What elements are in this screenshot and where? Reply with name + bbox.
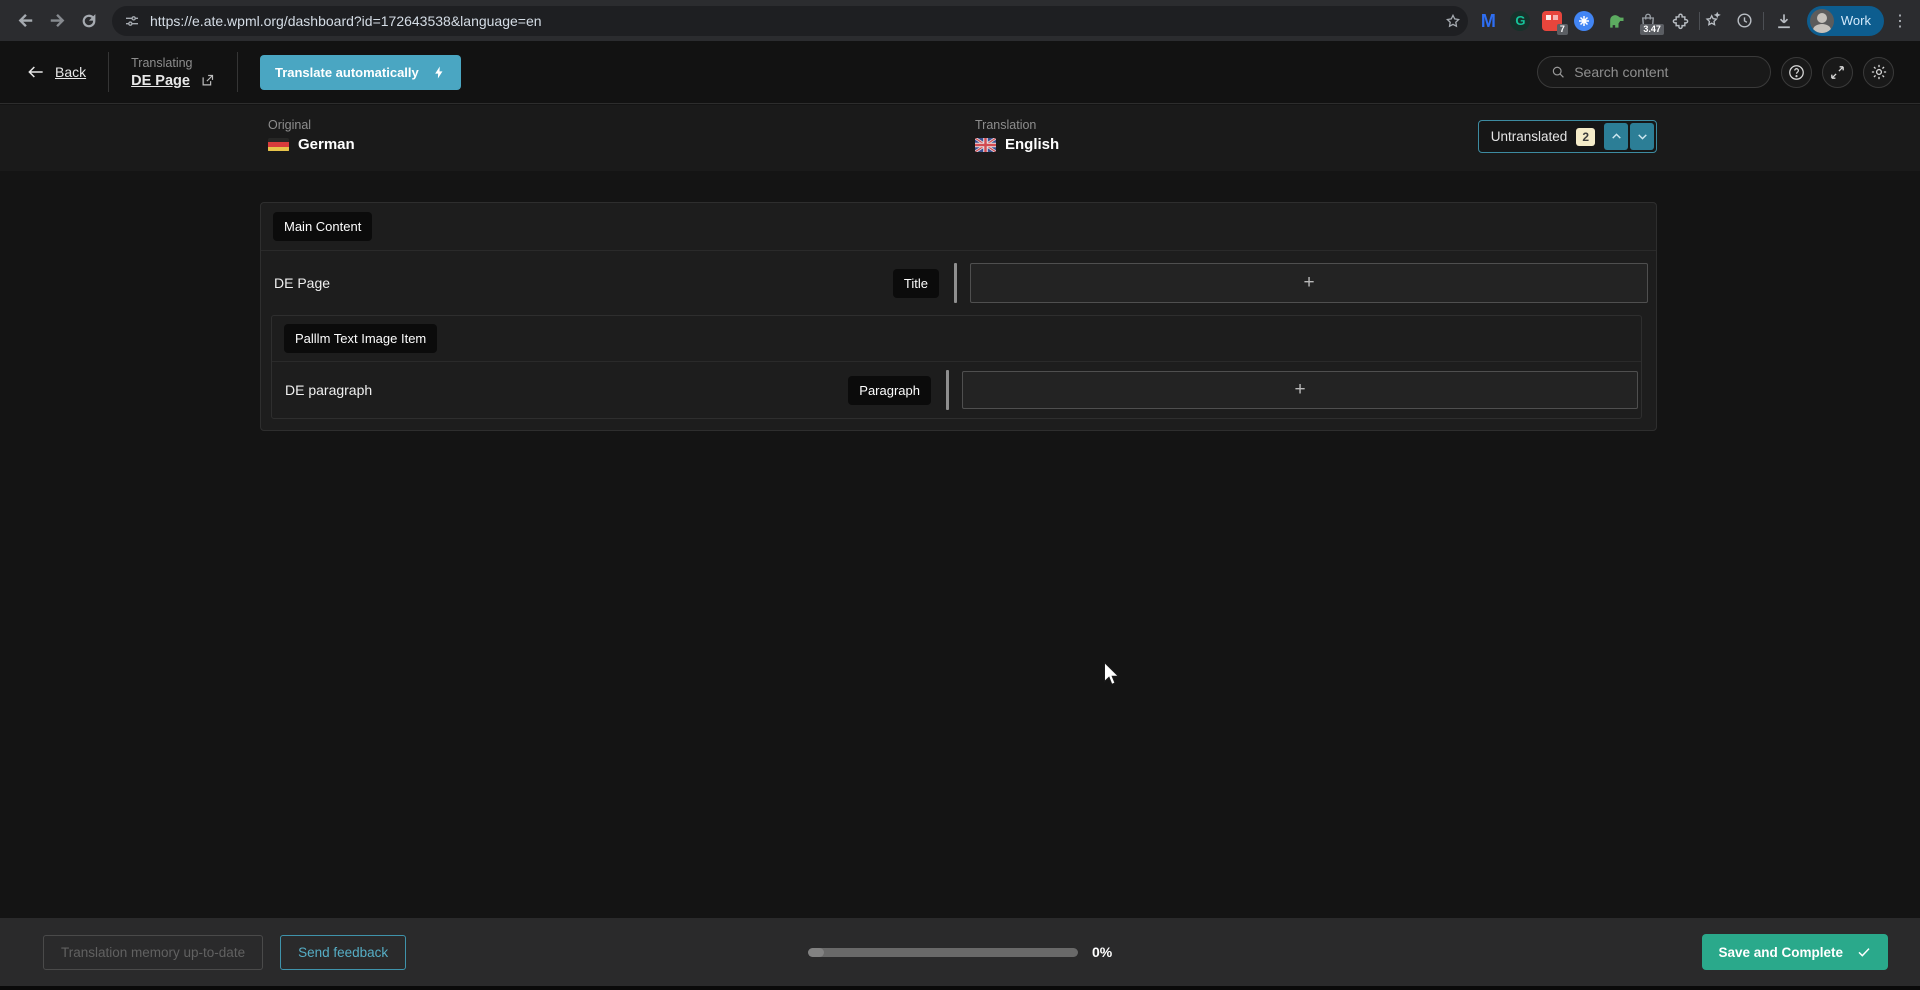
extension-malwarebytes-icon[interactable]: M xyxy=(1478,10,1499,31)
save-and-complete-label: Save and Complete xyxy=(1718,944,1843,960)
downloads-icon[interactable] xyxy=(1774,10,1795,31)
extension-grammarly-icon[interactable]: G xyxy=(1510,10,1531,31)
extension-red-icon[interactable]: 7 xyxy=(1542,10,1568,35)
extension-blue-gear-icon[interactable] xyxy=(1574,10,1595,31)
translation-field-paragraph[interactable]: + xyxy=(962,371,1638,409)
translating-block: Translating DE Page xyxy=(131,56,215,89)
history-icon[interactable] xyxy=(1734,10,1755,31)
section-chip-row: Main Content xyxy=(261,203,1656,251)
lightning-bolt-icon xyxy=(434,66,443,78)
header-divider xyxy=(236,52,238,92)
external-link-icon[interactable] xyxy=(200,73,215,88)
progress-indicator: 0% xyxy=(808,944,1112,960)
send-feedback-button[interactable]: Send feedback xyxy=(280,934,407,970)
address-bar[interactable]: https://e.ate.wpml.org/dashboard?id=1726… xyxy=(112,5,1468,36)
translation-language-block: Translation English xyxy=(975,118,1059,153)
extensions-puzzle-icon[interactable] xyxy=(1670,10,1691,31)
browser-back-icon[interactable] xyxy=(10,6,40,36)
toolbar-separator xyxy=(1698,11,1700,30)
extension-bag-icon[interactable]: 3.47 xyxy=(1638,10,1664,35)
source-target-divider xyxy=(954,263,957,303)
source-text: DE Page xyxy=(274,275,331,291)
chevron-up-icon xyxy=(1611,133,1621,139)
add-translation-icon[interactable]: + xyxy=(1294,379,1305,401)
search-box xyxy=(1537,56,1771,88)
browser-reload-icon[interactable] xyxy=(74,6,104,36)
group-chip-row: Palllm Text Image Item xyxy=(272,316,1641,362)
translation-row-title: DE Page Title + xyxy=(261,251,1656,315)
add-translation-icon[interactable]: + xyxy=(1303,272,1314,294)
segment-filter[interactable]: Untranslated 2 xyxy=(1477,120,1657,153)
progress-percent: 0% xyxy=(1092,944,1113,960)
language-bar: Original German Translation English Untr… xyxy=(0,105,1920,171)
save-and-complete-button[interactable]: Save and Complete xyxy=(1702,934,1888,970)
question-icon xyxy=(1789,64,1804,80)
section-chip: Main Content xyxy=(273,212,373,241)
check-icon xyxy=(1858,948,1870,957)
filter-count-badge: 2 xyxy=(1576,127,1595,146)
footer-bar: Translation memory up-to-date Send feedb… xyxy=(0,918,1920,986)
translation-row-paragraph: DE paragraph Paragraph + xyxy=(272,362,1641,418)
site-settings-icon[interactable] xyxy=(124,13,140,29)
document-title-link[interactable]: DE Page xyxy=(131,73,190,89)
side-panel-star-icon[interactable] xyxy=(1702,10,1723,31)
source-text: DE paragraph xyxy=(285,382,373,398)
translation-memory-status-button: Translation memory up-to-date xyxy=(43,934,264,970)
german-flag-icon xyxy=(268,137,289,152)
mouse-cursor xyxy=(1104,662,1120,685)
original-label: Original xyxy=(268,118,312,132)
next-segment-button[interactable] xyxy=(1630,123,1654,150)
browser-menu-icon[interactable]: ⋮ xyxy=(1890,11,1910,31)
translation-label: Translation xyxy=(975,118,1037,132)
profile-label: Work xyxy=(1840,13,1871,28)
browser-forward-icon[interactable] xyxy=(42,6,72,36)
app-header: Back Translating DE Page Translate autom… xyxy=(0,41,1920,104)
field-type-chip: Title xyxy=(892,268,939,298)
translate-automatically-label: Translate automatically xyxy=(274,64,419,80)
translation-field-title[interactable]: + xyxy=(970,263,1648,303)
window-bottom-edge xyxy=(0,986,1920,990)
translation-language-name: English xyxy=(1005,136,1060,153)
group-card: Palllm Text Image Item DE paragraph Para… xyxy=(271,315,1642,419)
help-button[interactable] xyxy=(1781,56,1812,88)
original-language-block: Original German xyxy=(268,118,355,153)
source-target-divider xyxy=(946,370,949,410)
search-input[interactable] xyxy=(1574,64,1757,80)
header-divider xyxy=(108,52,110,92)
arrow-left-icon xyxy=(28,66,43,78)
settings-button[interactable] xyxy=(1863,56,1894,88)
back-button[interactable]: Back xyxy=(26,62,86,82)
field-type-chip: Paragraph xyxy=(848,375,931,405)
group-chip: Palllm Text Image Item xyxy=(284,324,438,353)
editor-card: Main Content DE Page Title + Palllm Text… xyxy=(260,202,1657,431)
chevron-down-icon xyxy=(1637,134,1647,140)
bookmark-star-icon[interactable] xyxy=(1444,12,1462,30)
avatar xyxy=(1809,8,1834,33)
extension-dino-icon[interactable] xyxy=(1606,10,1627,31)
translate-automatically-button[interactable]: Translate automatically xyxy=(259,54,461,90)
browser-profile-button[interactable]: Work xyxy=(1806,5,1884,36)
uk-flag-icon xyxy=(975,137,996,152)
search-icon xyxy=(1552,66,1564,78)
previous-segment-button[interactable] xyxy=(1604,123,1628,150)
extension-badge: 3.47 xyxy=(1640,24,1664,35)
translating-label: Translating xyxy=(131,55,193,70)
expand-icon xyxy=(1831,65,1844,79)
back-label: Back xyxy=(55,64,87,80)
url-text[interactable]: https://e.ate.wpml.org/dashboard?id=1726… xyxy=(150,13,1434,29)
progress-bar xyxy=(808,947,1078,957)
original-language-name: German xyxy=(298,136,355,153)
gear-icon xyxy=(1871,64,1886,80)
toolbar-separator xyxy=(1762,11,1764,30)
browser-toolbar: https://e.ate.wpml.org/dashboard?id=1726… xyxy=(0,0,1920,41)
extensions-row: M G 7 3.47 xyxy=(1478,10,1691,35)
extension-badge: 7 xyxy=(1556,24,1568,35)
filter-label[interactable]: Untranslated xyxy=(1481,129,1577,144)
fullscreen-button[interactable] xyxy=(1822,56,1853,88)
